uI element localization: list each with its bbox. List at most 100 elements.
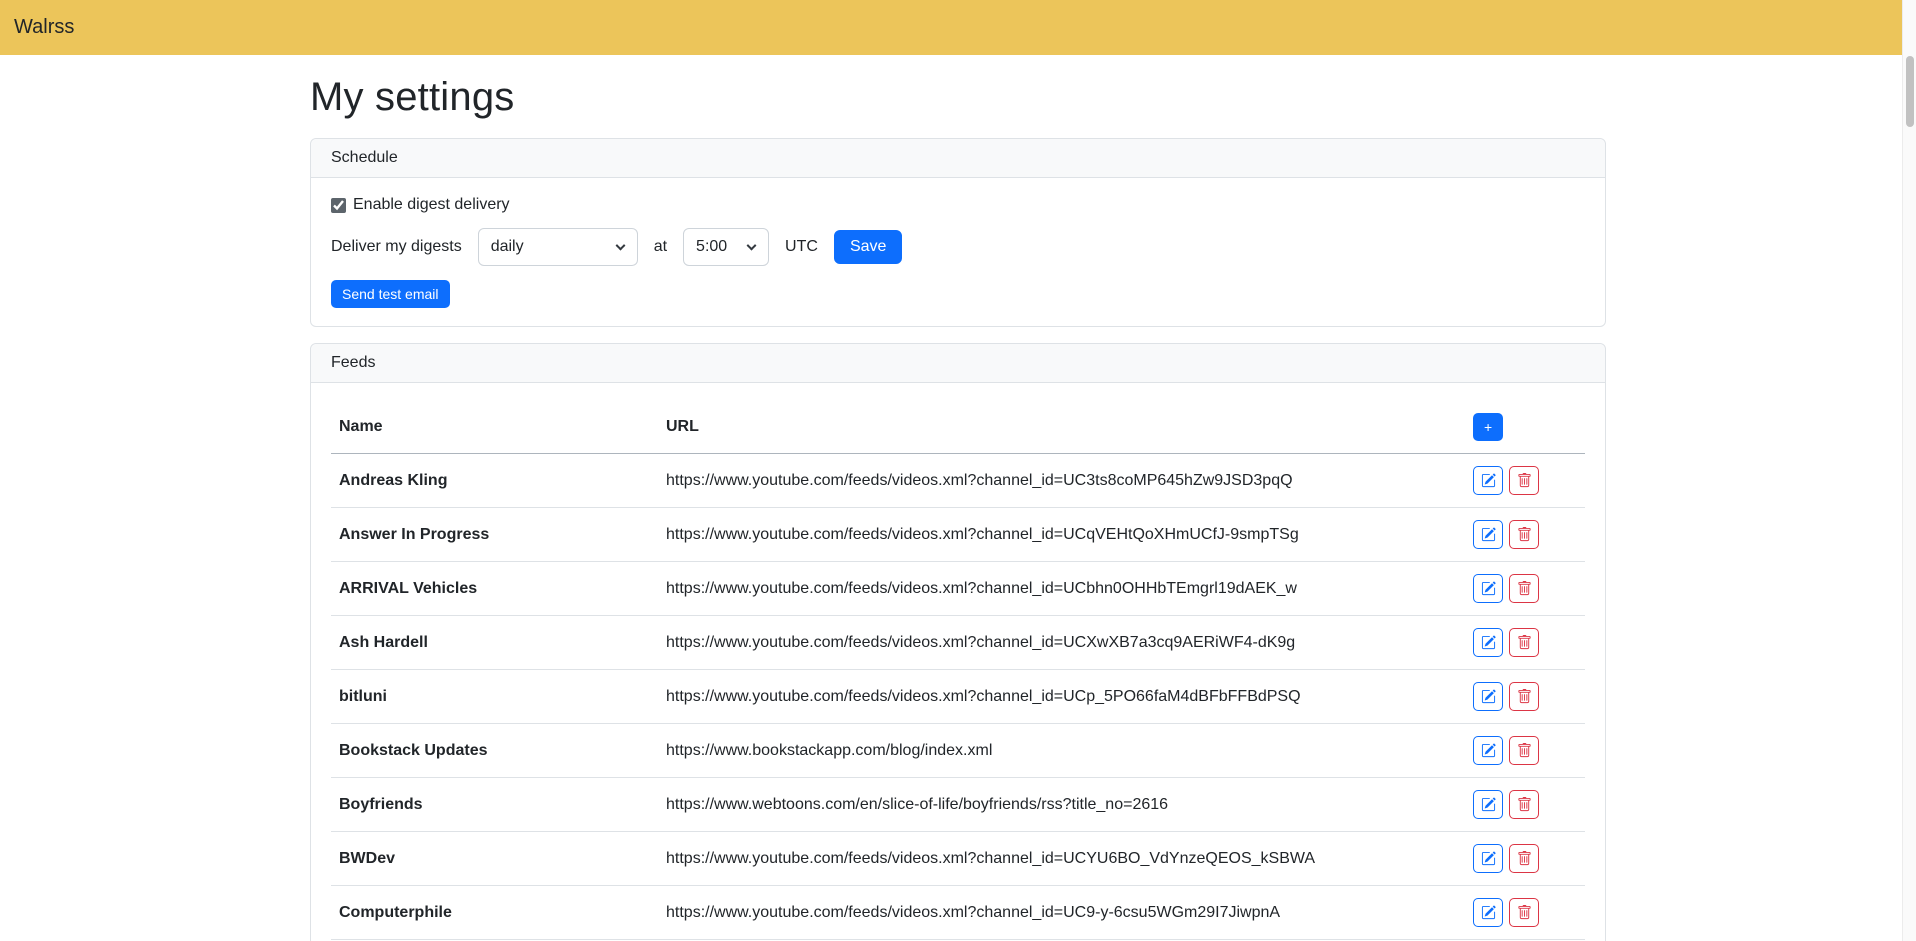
table-row: Bookstack Updates https://www.bookstacka… <box>331 724 1585 778</box>
feed-name: Ash Hardell <box>339 634 428 651</box>
feed-url-cell: https://www.youtube.com/feeds/videos.xml… <box>658 454 1465 508</box>
feed-actions-cell <box>1465 778 1585 832</box>
feed-url-cell: https://www.youtube.com/feeds/videos.xml… <box>658 562 1465 616</box>
feed-url-cell: https://www.youtube.com/feeds/videos.xml… <box>658 616 1465 670</box>
feed-url: https://www.youtube.com/feeds/videos.xml… <box>666 634 1295 651</box>
table-row: Answer In Progress https://www.youtube.c… <box>331 508 1585 562</box>
pencil-square-icon <box>1481 797 1496 812</box>
pencil-square-icon <box>1481 905 1496 920</box>
enable-digest-checkbox[interactable] <box>331 198 346 213</box>
feed-name-cell: Answer In Progress <box>331 508 658 562</box>
feed-url: https://www.youtube.com/feeds/videos.xml… <box>666 580 1297 597</box>
feed-name-cell: Boyfriends <box>331 778 658 832</box>
feed-url-cell: https://www.bookstackapp.com/blog/index.… <box>658 724 1465 778</box>
feed-url: https://www.webtoons.com/en/slice-of-lif… <box>666 796 1168 813</box>
pencil-square-icon <box>1481 635 1496 650</box>
schedule-controls-row: Deliver my digests daily at 5:00 UTC Sav… <box>331 228 1585 266</box>
feed-url: https://www.youtube.com/feeds/videos.xml… <box>666 850 1315 867</box>
edit-feed-button[interactable] <box>1473 790 1503 819</box>
table-row: ARRIVAL Vehicles https://www.youtube.com… <box>331 562 1585 616</box>
scrollbar-thumb[interactable] <box>1906 56 1914 127</box>
enable-digest-row: Enable digest delivery <box>331 196 1585 214</box>
feeds-table: Name URL + Andreas Kling https://www.you… <box>331 401 1585 941</box>
time-select[interactable]: 5:00 <box>683 228 769 266</box>
edit-feed-button[interactable] <box>1473 520 1503 549</box>
pencil-square-icon <box>1481 527 1496 542</box>
feed-name-cell: bitluni <box>331 670 658 724</box>
pencil-square-icon <box>1481 473 1496 488</box>
navbar-brand[interactable]: Walrss <box>14 16 74 39</box>
feed-url-cell: https://www.youtube.com/feeds/videos.xml… <box>658 886 1465 940</box>
delete-feed-button[interactable] <box>1509 628 1539 657</box>
table-row: Andreas Kling https://www.youtube.com/fe… <box>331 454 1585 508</box>
trash-icon <box>1517 689 1532 704</box>
trash-icon <box>1517 581 1532 596</box>
schedule-card: Schedule Enable digest delivery Deliver … <box>310 138 1606 327</box>
edit-feed-button[interactable] <box>1473 628 1503 657</box>
schedule-card-body: Enable digest delivery Deliver my digest… <box>311 178 1605 326</box>
feed-name-cell: BWDev <box>331 832 658 886</box>
feed-name: BWDev <box>339 850 395 867</box>
feed-name-cell: Ash Hardell <box>331 616 658 670</box>
edit-feed-button[interactable] <box>1473 574 1503 603</box>
schedule-card-header: Schedule <box>311 139 1605 178</box>
pencil-square-icon <box>1481 689 1496 704</box>
page-title: My settings <box>310 75 1606 120</box>
feed-name-cell: Computerphile <box>331 886 658 940</box>
feeds-card-body: Name URL + Andreas Kling https://www.you… <box>311 383 1605 941</box>
frequency-select[interactable]: daily <box>478 228 638 266</box>
feed-name: ARRIVAL Vehicles <box>339 580 477 597</box>
delete-feed-button[interactable] <box>1509 520 1539 549</box>
delete-feed-button[interactable] <box>1509 682 1539 711</box>
table-header-row: Name URL + <box>331 401 1585 454</box>
edit-feed-button[interactable] <box>1473 736 1503 765</box>
feed-url: https://www.youtube.com/feeds/videos.xml… <box>666 526 1299 543</box>
trash-icon <box>1517 635 1532 650</box>
delete-feed-button[interactable] <box>1509 574 1539 603</box>
feed-name: Bookstack Updates <box>339 742 488 759</box>
edit-feed-button[interactable] <box>1473 898 1503 927</box>
pencil-square-icon <box>1481 851 1496 866</box>
delete-feed-button[interactable] <box>1509 790 1539 819</box>
feed-name: bitluni <box>339 688 387 705</box>
table-row: BWDev https://www.youtube.com/feeds/vide… <box>331 832 1585 886</box>
navbar: Walrss <box>0 0 1916 55</box>
feed-actions-cell <box>1465 832 1585 886</box>
trash-icon <box>1517 851 1532 866</box>
feed-url: https://www.youtube.com/feeds/videos.xml… <box>666 904 1280 921</box>
delete-feed-button[interactable] <box>1509 898 1539 927</box>
feed-url-cell: https://www.youtube.com/feeds/videos.xml… <box>658 508 1465 562</box>
edit-feed-button[interactable] <box>1473 844 1503 873</box>
add-feed-button[interactable]: + <box>1473 413 1503 441</box>
feed-url: https://www.youtube.com/feeds/videos.xml… <box>666 688 1301 705</box>
feed-name-cell: Bookstack Updates <box>331 724 658 778</box>
chevron-down-icon <box>747 241 757 251</box>
feeds-table-body: Andreas Kling https://www.youtube.com/fe… <box>331 454 1585 941</box>
feed-name: Andreas Kling <box>339 472 447 489</box>
chevron-down-icon <box>615 241 625 251</box>
pencil-square-icon <box>1481 581 1496 596</box>
feed-actions-cell <box>1465 670 1585 724</box>
deliver-label: Deliver my digests <box>331 238 462 256</box>
feed-actions-cell <box>1465 508 1585 562</box>
table-row: Computerphile https://www.youtube.com/fe… <box>331 886 1585 940</box>
column-header-name: Name <box>331 401 658 454</box>
send-test-email-button[interactable]: Send test email <box>331 280 450 308</box>
timezone-label: UTC <box>785 238 818 256</box>
save-button[interactable]: Save <box>834 230 902 264</box>
feed-url: https://www.youtube.com/feeds/videos.xml… <box>666 472 1293 489</box>
vertical-scrollbar[interactable] <box>1902 0 1916 941</box>
feed-name: Boyfriends <box>339 796 423 813</box>
feed-name-cell: ARRIVAL Vehicles <box>331 562 658 616</box>
enable-digest-label: Enable digest delivery <box>353 196 510 214</box>
table-row: bitluni https://www.youtube.com/feeds/vi… <box>331 670 1585 724</box>
edit-feed-button[interactable] <box>1473 682 1503 711</box>
pencil-square-icon <box>1481 743 1496 758</box>
delete-feed-button[interactable] <box>1509 844 1539 873</box>
edit-feed-button[interactable] <box>1473 466 1503 495</box>
column-header-url: URL <box>658 401 1465 454</box>
delete-feed-button[interactable] <box>1509 736 1539 765</box>
frequency-selected-value: daily <box>491 238 524 256</box>
delete-feed-button[interactable] <box>1509 466 1539 495</box>
trash-icon <box>1517 473 1532 488</box>
